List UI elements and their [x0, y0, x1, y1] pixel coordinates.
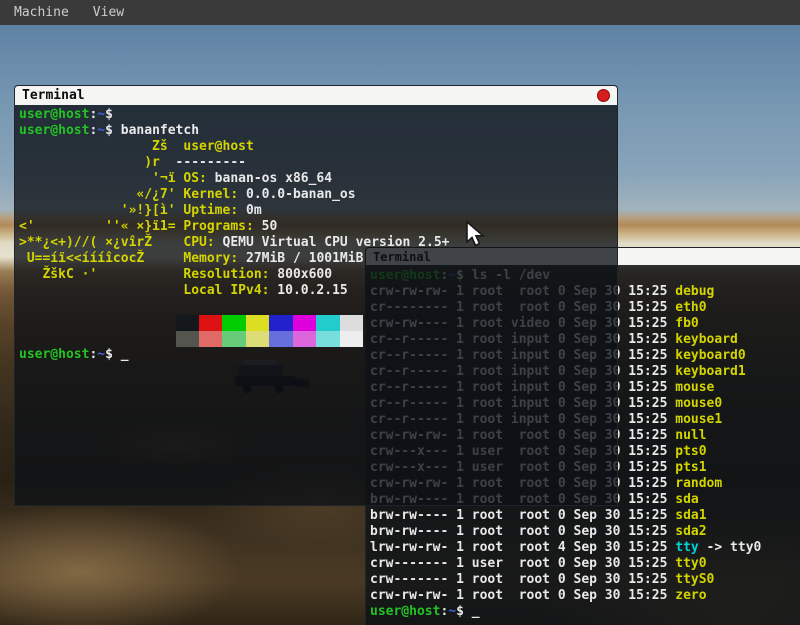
menu-machine[interactable]: Machine: [14, 0, 69, 25]
terminal-line: crw-rw-rw- 1 root root 0 Sep 30 15:25 ze…: [370, 588, 800, 604]
terminal-line: >**¿<+)//( ×¿vîrŽ CPU: QEMU Virtual CPU …: [19, 235, 613, 251]
palette-swatch: [176, 315, 199, 331]
terminal-line: user@host:~$ _: [370, 604, 800, 620]
terminal-line: user@host:~$ bananfetch: [19, 123, 613, 139]
terminal-line: lrw-rw-rw- 1 root root 4 Sep 30 15:25 tt…: [370, 540, 800, 556]
terminal-line: )r ---------: [19, 155, 613, 171]
terminal-line: <' ''« ×}ï1= Programs: 50: [19, 219, 613, 235]
palette-swatch: [176, 331, 199, 347]
palette-swatch: [316, 331, 339, 347]
vm-screen: Machine View Terminal user@host:~$ ls -l…: [0, 0, 800, 625]
palette-swatch: [199, 331, 222, 347]
terminal-line: '»!}[ì' Uptime: 0m: [19, 203, 613, 219]
terminal-line: crw------- 1 user root 0 Sep 30 15:25 tt…: [370, 556, 800, 572]
terminal-line: user@host:~$: [19, 107, 613, 123]
palette-swatch: [246, 315, 269, 331]
terminal-line: brw-rw---- 1 root root 0 Sep 30 15:25 sd…: [370, 524, 800, 540]
terminal1-title: Terminal: [22, 87, 85, 105]
terminal-window-foreground[interactable]: Terminal user@host:~$user@host:~$ bananf…: [14, 85, 618, 506]
desktop-wallpaper: Terminal user@host:~$ ls -l /devcrw-rw-r…: [0, 25, 800, 625]
vm-menu-bar: Machine View: [0, 0, 800, 25]
terminal-line: '¬ï OS: banan-os x86_64: [19, 171, 613, 187]
palette-swatch: [222, 331, 245, 347]
terminal1-content[interactable]: user@host:~$user@host:~$ bananfetch Zš u…: [14, 105, 618, 506]
menu-view[interactable]: View: [93, 0, 124, 25]
terminal-line: crw------- 1 root root 0 Sep 30 15:25 tt…: [370, 572, 800, 588]
palette-swatch: [316, 315, 339, 331]
palette-swatch: [293, 315, 316, 331]
terminal1-close-button[interactable]: [597, 89, 610, 102]
terminal1-titlebar[interactable]: Terminal: [14, 85, 618, 105]
palette-swatch: [222, 315, 245, 331]
palette-swatch: [293, 331, 316, 347]
palette-swatch: [340, 315, 363, 331]
terminal-line: Zš user@host: [19, 139, 613, 155]
terminal-line: Local IPv4: 10.0.2.15: [19, 283, 613, 299]
mouse-cursor: [466, 221, 486, 249]
terminal-line: [19, 299, 613, 315]
palette-swatch: [246, 331, 269, 347]
palette-swatch: [269, 315, 292, 331]
terminal-line: user@host:~$ _: [19, 347, 613, 363]
palette-swatch: [199, 315, 222, 331]
terminal-line: U==íï<<íííîcocŽ Memory: 27MiB / 1001MiB: [19, 251, 613, 267]
terminal-line: ŽškC ·' Resolution: 800x600: [19, 267, 613, 283]
terminal-line: [19, 315, 613, 331]
terminal-line: brw-rw---- 1 root root 0 Sep 30 15:25 sd…: [370, 508, 800, 524]
palette-swatch: [340, 331, 363, 347]
terminal-line: «/¿7' Kernel: 0.0.0-banan_os: [19, 187, 613, 203]
terminal-line: [19, 331, 613, 347]
palette-swatch: [269, 331, 292, 347]
